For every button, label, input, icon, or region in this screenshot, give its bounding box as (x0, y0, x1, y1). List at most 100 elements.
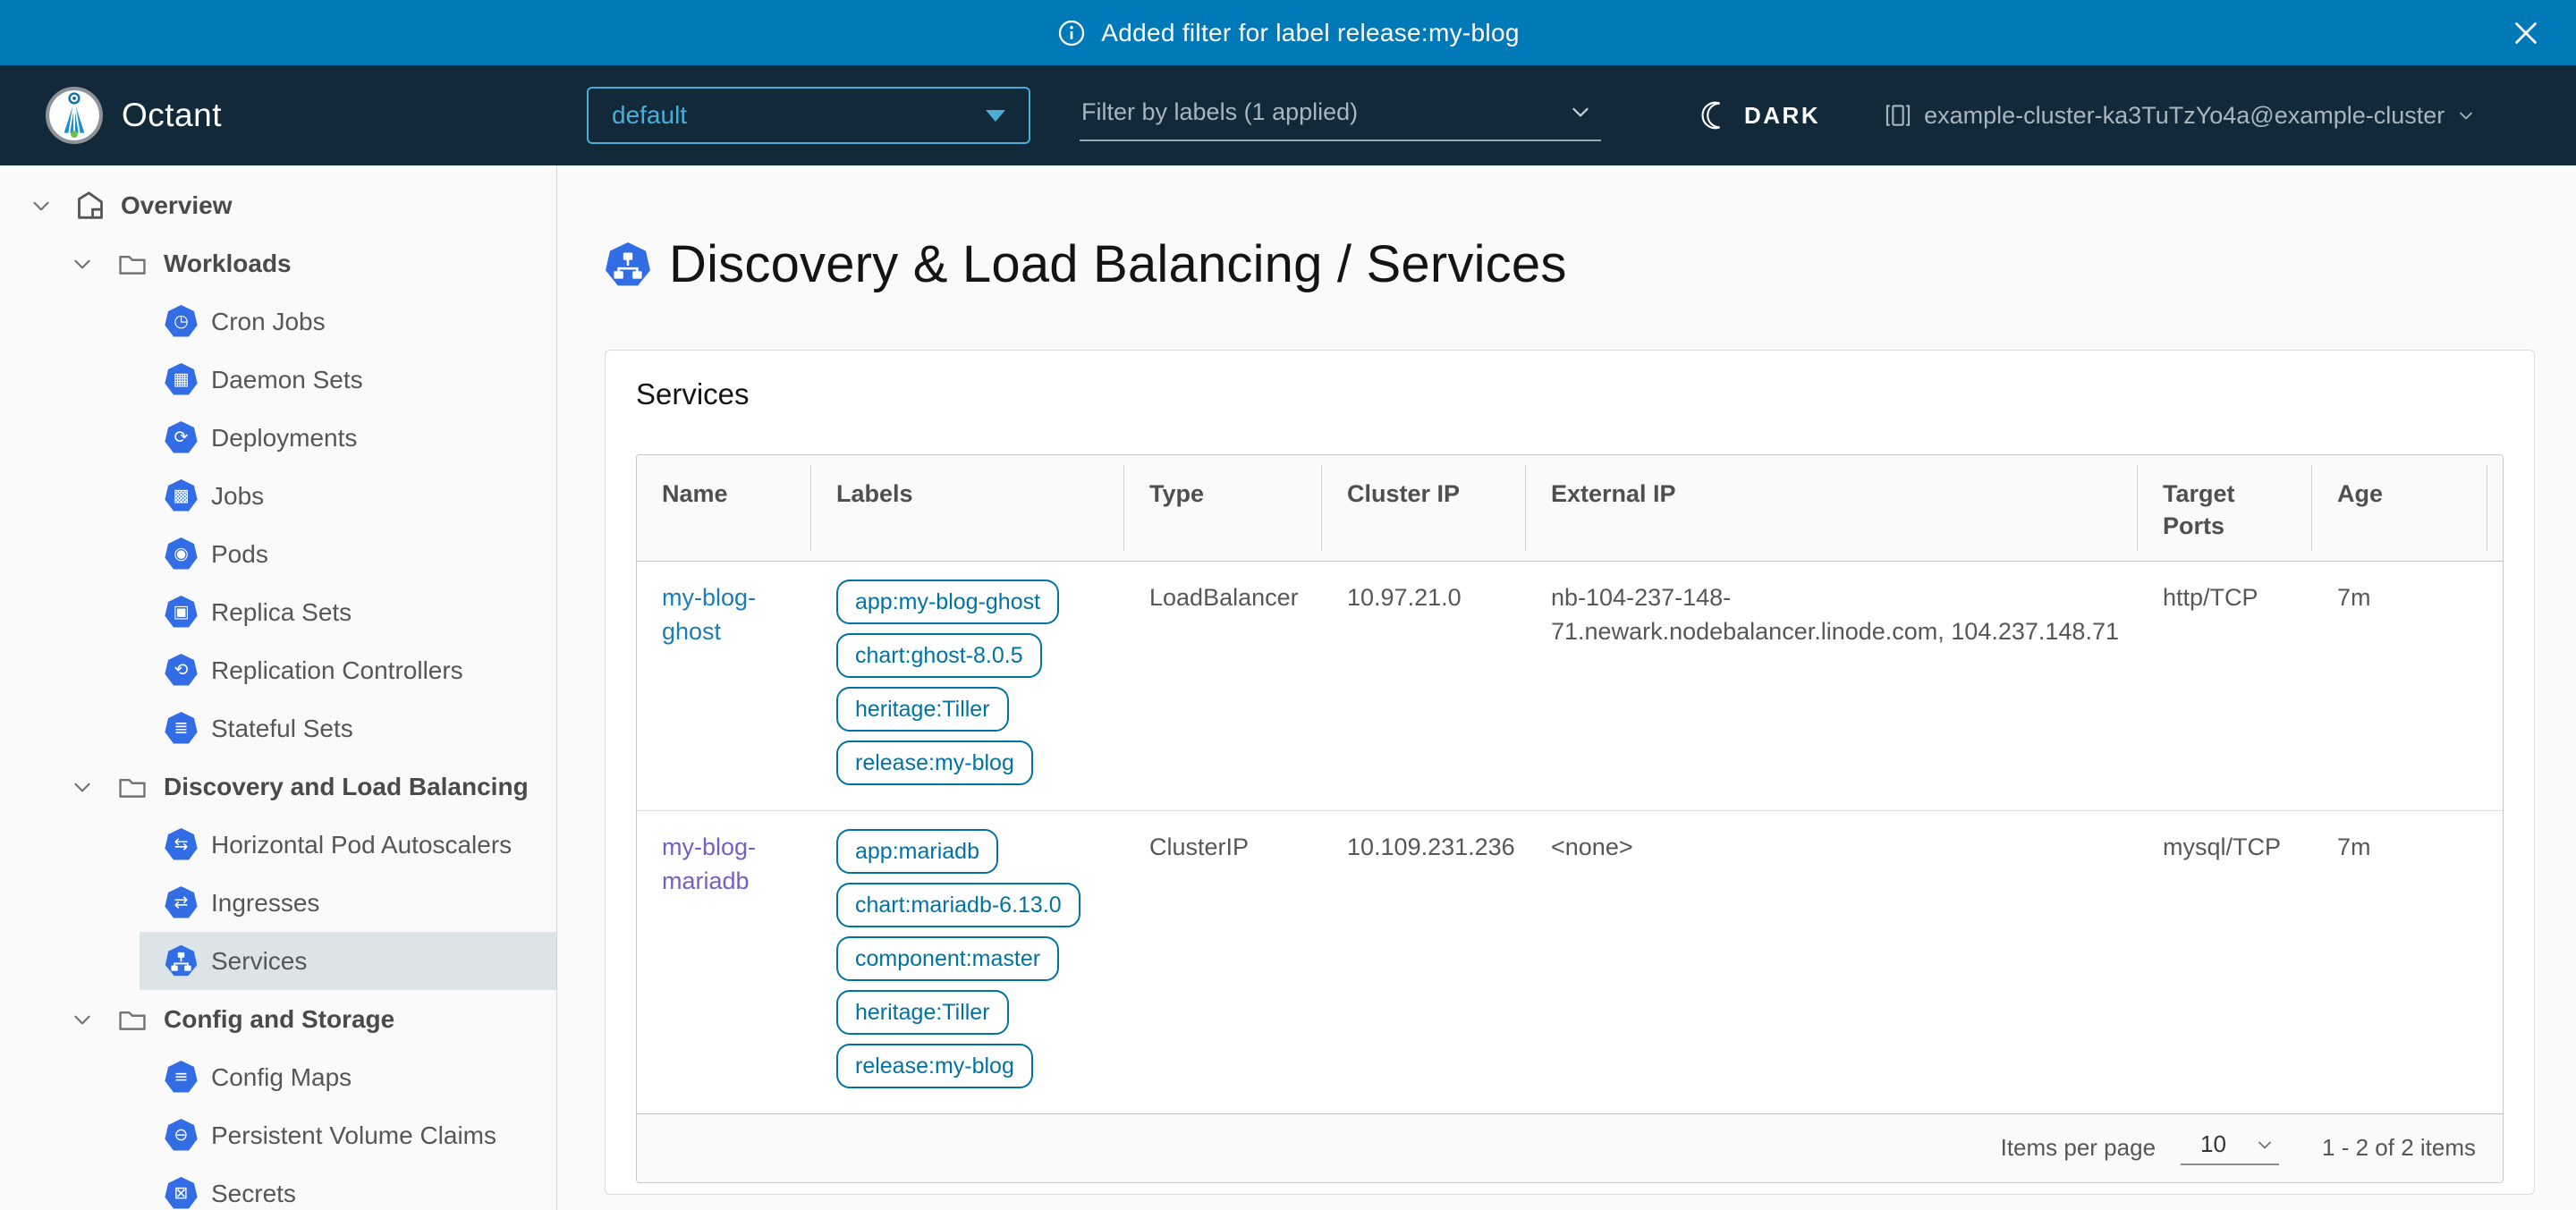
sidebar-nav: Overview Workloads ◷Cron Jobs ▦ Daemon Sets ⟳… (0, 176, 556, 1210)
sidebar-item-services[interactable]: Services (140, 932, 556, 990)
sidebar: Overview Workloads ◷Cron Jobs ▦ Daemon Sets ⟳… (0, 165, 557, 1210)
column-header-age: Age (2312, 455, 2487, 561)
banner-message: Added filter for label release:my-blog (1101, 19, 1519, 47)
context-selector[interactable]: example-cluster-ka3TuTzYo4a@example-clus… (1883, 100, 2477, 131)
theme-toggle-label: DARK (1744, 102, 1820, 130)
table-footer: Items per page 10 1 - 2 of 2 items (637, 1113, 2503, 1182)
daemonset-icon: ▦ (165, 363, 198, 396)
sidebar-item-replication-controllers[interactable]: ⟲Replication Controllers (140, 641, 556, 699)
sidebar-item-stateful-sets[interactable]: ≣Stateful Sets (140, 699, 556, 757)
sidebar-item-ingresses[interactable]: ⇄Ingresses (140, 874, 556, 932)
sidebar-item-deployments[interactable]: ⟳ Deployments (140, 409, 556, 467)
info-banner: Added filter for label release:my-blog (0, 0, 2576, 65)
label-pill[interactable]: component:master (836, 936, 1059, 981)
chevron-down-icon[interactable] (71, 252, 94, 275)
services-card: Services NameLabelsTypeCluster IPExterna… (605, 350, 2535, 1195)
table-row-my-blog-mariadb: my-blog-mariadb app:mariadb chart:mariadb-… (637, 810, 2503, 1113)
chevron-down-icon[interactable] (71, 1008, 94, 1031)
folder-icon (117, 1004, 148, 1035)
sidebar-item-label: Deployments (211, 424, 357, 453)
chevron-down-icon (2254, 1134, 2275, 1155)
sidebar-item-config-maps[interactable]: ≡ Config Maps (140, 1048, 556, 1106)
items-per-page-select[interactable]: 10 (2181, 1130, 2279, 1165)
items-per-page-label: Items per page (2001, 1134, 2156, 1162)
namespace-value: default (612, 101, 687, 130)
main-content: Discovery & Load Balancing / Services Se… (557, 165, 2576, 1210)
age-cell: 7m (2312, 562, 2487, 810)
cronjob-icon: ◷ (165, 305, 198, 338)
label-pill[interactable]: heritage:Tiller (836, 687, 1009, 732)
sidebar-item-label: Discovery and Load Balancing (164, 773, 529, 801)
namespace-selector[interactable]: default (587, 87, 1030, 144)
column-header-target-ports: Target Ports (2138, 455, 2312, 561)
name-cell: my-blog-ghost (637, 562, 811, 810)
spacer-cell (2487, 562, 2504, 810)
table-body: my-blog-ghost app:my-blog-ghost chart:ghos… (637, 562, 2503, 1113)
sidebar-item-replica-sets[interactable]: ▣Replica Sets (140, 583, 556, 641)
sidebar-item-config-and-storage[interactable]: Config and Storage (0, 990, 556, 1048)
sidebar-item-label: Replication Controllers (211, 656, 463, 685)
sidebar-item-discovery-and-load-balancing[interactable]: Discovery and Load Balancing (0, 757, 556, 816)
external-ip-cell: nb-104-237-148-71.newark.nodebalancer.li… (1526, 562, 2138, 810)
card-title: Services (636, 377, 2504, 411)
sidebar-item-pods[interactable]: ◉Pods (140, 525, 556, 583)
column-header-type: Type (1124, 455, 1322, 561)
close-icon[interactable] (2510, 17, 2542, 49)
column-header-name: Name (637, 455, 811, 561)
label-pill[interactable]: chart:ghost-8.0.5 (836, 633, 1042, 678)
label-pill[interactable]: app:mariadb (836, 829, 998, 874)
service-link[interactable]: my-blog-mariadb (662, 833, 756, 894)
sidebar-item-persistent-volume-claims[interactable]: ⊖Persistent Volume Claims (140, 1106, 556, 1164)
pagination-range: 1 - 2 of 2 items (2322, 1134, 2476, 1162)
pvc-icon: ⊖ (165, 1119, 198, 1152)
sidebar-item-workloads[interactable]: Workloads (0, 234, 556, 292)
moon-icon (1701, 100, 1732, 131)
label-pill[interactable]: release:my-blog (836, 740, 1033, 785)
name-cell: my-blog-mariadb (637, 811, 811, 1113)
chevron-down-icon[interactable] (71, 775, 94, 799)
sidebar-item-label: Secrets (211, 1180, 296, 1208)
app-header: Octant default Filter by labels (1 appli… (0, 65, 2576, 165)
service-icon (165, 944, 198, 977)
statefulset-icon: ≣ (165, 712, 198, 745)
label-pill[interactable]: heritage:Tiller (836, 990, 1009, 1035)
ingress-icon: ⇄ (165, 886, 198, 919)
sidebar-item-overview[interactable]: Overview (0, 176, 556, 234)
sidebar-item-label: Config Maps (211, 1063, 352, 1092)
configmap-icon: ≡ (165, 1061, 198, 1094)
cluster-icon (1883, 100, 1913, 131)
sidebar-item-label: Workloads (164, 250, 292, 278)
target-ports-cell: http/TCP (2138, 562, 2312, 810)
service-link[interactable]: my-blog-ghost (662, 584, 756, 645)
label-pill[interactable]: app:my-blog-ghost (836, 580, 1059, 624)
hpa-icon: ⇆ (165, 828, 198, 861)
sidebar-item-jobs[interactable]: ▩Jobs (140, 467, 556, 525)
info-circle-icon (1056, 18, 1087, 48)
sidebar-item-secrets[interactable]: ⊠Secrets (140, 1164, 556, 1210)
labels-cell: app:mariadb chart:mariadb-6.13.0 component… (811, 811, 1124, 1113)
chevron-down-icon[interactable] (30, 194, 53, 217)
column-header-spacer (2487, 455, 2504, 561)
table-header-row: NameLabelsTypeCluster IPExternal IPTarge… (637, 455, 2503, 562)
label-filter-input[interactable]: Filter by labels (1 applied) (1080, 89, 1601, 141)
column-header-external-ip: External IP (1526, 455, 2138, 561)
overview-icon (72, 188, 108, 224)
sidebar-item-label: Pods (211, 540, 268, 569)
type-cell: ClusterIP (1124, 811, 1322, 1113)
sidebar-item-label: Daemon Sets (211, 366, 363, 394)
label-pill[interactable]: chart:mariadb-6.13.0 (836, 883, 1080, 927)
folder-icon (117, 249, 148, 279)
sidebar-item-label: Overview (121, 191, 233, 220)
sidebar-item-daemon-sets[interactable]: ▦ Daemon Sets (140, 351, 556, 409)
column-header-labels: Labels (811, 455, 1124, 561)
theme-toggle-button[interactable]: DARK (1701, 100, 1820, 131)
target-ports-cell: mysql/TCP (2138, 811, 2312, 1113)
brand: Octant (45, 86, 222, 145)
sidebar-item-cron-jobs[interactable]: ◷Cron Jobs (140, 292, 556, 351)
page-title: Discovery & Load Balancing / Services (669, 234, 1567, 294)
deployment-icon: ⟳ (165, 421, 198, 454)
label-pill[interactable]: release:my-blog (836, 1044, 1033, 1088)
external-ip-cell: <none> (1526, 811, 2138, 1113)
sidebar-item-horizontal-pod-autoscalers[interactable]: ⇆Horizontal Pod Autoscalers (140, 816, 556, 874)
cluster-ip-cell: 10.109.231.236 (1322, 811, 1526, 1113)
